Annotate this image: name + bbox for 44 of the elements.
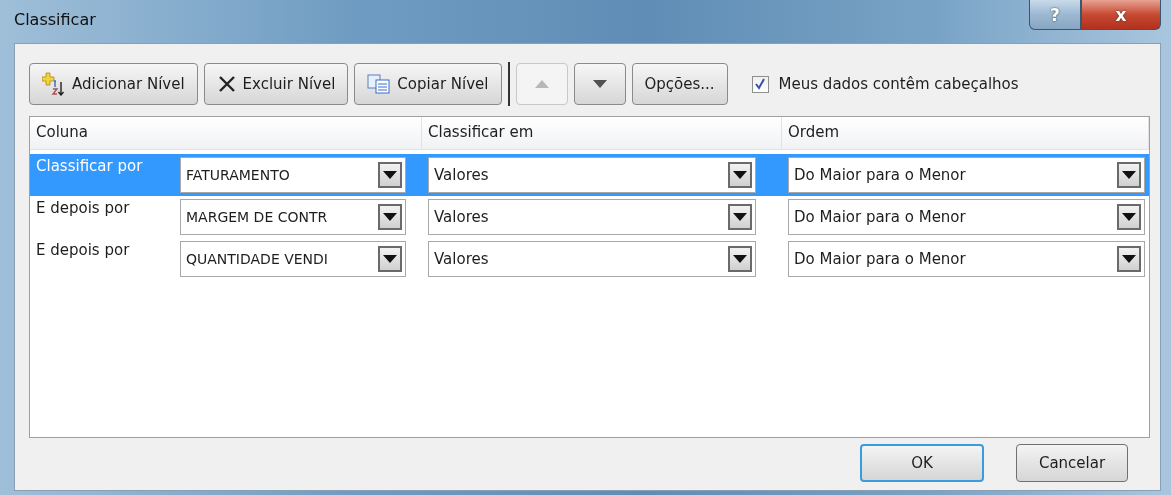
- cancel-button[interactable]: Cancelar: [1016, 444, 1128, 482]
- down-triangle-icon: [592, 80, 607, 88]
- options-button[interactable]: Opções...: [631, 63, 728, 105]
- sort-level-row[interactable]: E depois por MARGEM DE CONTR Valores Do Maior para o Menor: [30, 196, 1149, 238]
- close-button[interactable]: x: [1081, 0, 1161, 30]
- row-label: E depois por: [35, 240, 131, 261]
- add-level-button[interactable]: Adicionar Nível: [29, 63, 198, 105]
- column-dropdown[interactable]: FATURAMENTO: [180, 157, 406, 193]
- sort-level-row[interactable]: E depois por QUANTIDADE VENDI Valores Do Maior para o Menor: [30, 238, 1149, 280]
- dropdown-arrow-icon: [383, 213, 397, 221]
- delete-icon: [216, 74, 237, 94]
- window-title: Classificar: [14, 10, 96, 29]
- dropdown-arrow-icon: [1122, 213, 1136, 221]
- delete-level-button[interactable]: Excluir Nível: [203, 63, 349, 105]
- sort-level-row[interactable]: Classificar por FATURAMENTO Valores Do Maior para o Menor: [30, 154, 1149, 196]
- sort-on-dropdown[interactable]: Valores: [428, 241, 756, 277]
- dropdown-arrow-icon: [733, 255, 747, 263]
- dropdown-arrow-icon: [1122, 171, 1136, 179]
- column-header: Classificar em: [422, 117, 782, 149]
- order-dropdown[interactable]: Do Maior para o Menor: [788, 241, 1145, 277]
- checkbox-label: Meus dados contêm cabeçalhos: [778, 75, 1019, 93]
- up-triangle-icon: [534, 80, 549, 88]
- move-down-button[interactable]: [573, 63, 626, 105]
- checkbox[interactable]: [751, 75, 769, 93]
- column-header: Ordem: [782, 117, 1149, 149]
- copy-icon: [367, 74, 392, 94]
- row-label: E depois por: [35, 198, 131, 219]
- column-dropdown[interactable]: MARGEM DE CONTR: [180, 199, 406, 235]
- dropdown-arrow-icon: [1122, 255, 1136, 263]
- sort-on-dropdown[interactable]: Valores: [428, 199, 756, 235]
- dropdown-arrow-icon: [383, 255, 397, 263]
- order-dropdown[interactable]: Do Maior para o Menor: [788, 199, 1145, 235]
- dropdown-arrow-icon: [383, 171, 397, 179]
- column-dropdown[interactable]: QUANTIDADE VENDI: [180, 241, 406, 277]
- copy-level-button[interactable]: Copiar Nível: [354, 63, 502, 105]
- dropdown-arrow-icon: [733, 213, 747, 221]
- order-dropdown[interactable]: Do Maior para o Menor: [788, 157, 1145, 193]
- sort-on-dropdown[interactable]: Valores: [428, 157, 756, 193]
- row-label: Classificar por: [35, 156, 144, 177]
- check-icon: [754, 78, 767, 90]
- dropdown-arrow-icon: [733, 171, 747, 179]
- ok-button[interactable]: OK: [860, 444, 984, 482]
- add-level-icon: [42, 72, 66, 96]
- column-header: Coluna: [30, 117, 422, 149]
